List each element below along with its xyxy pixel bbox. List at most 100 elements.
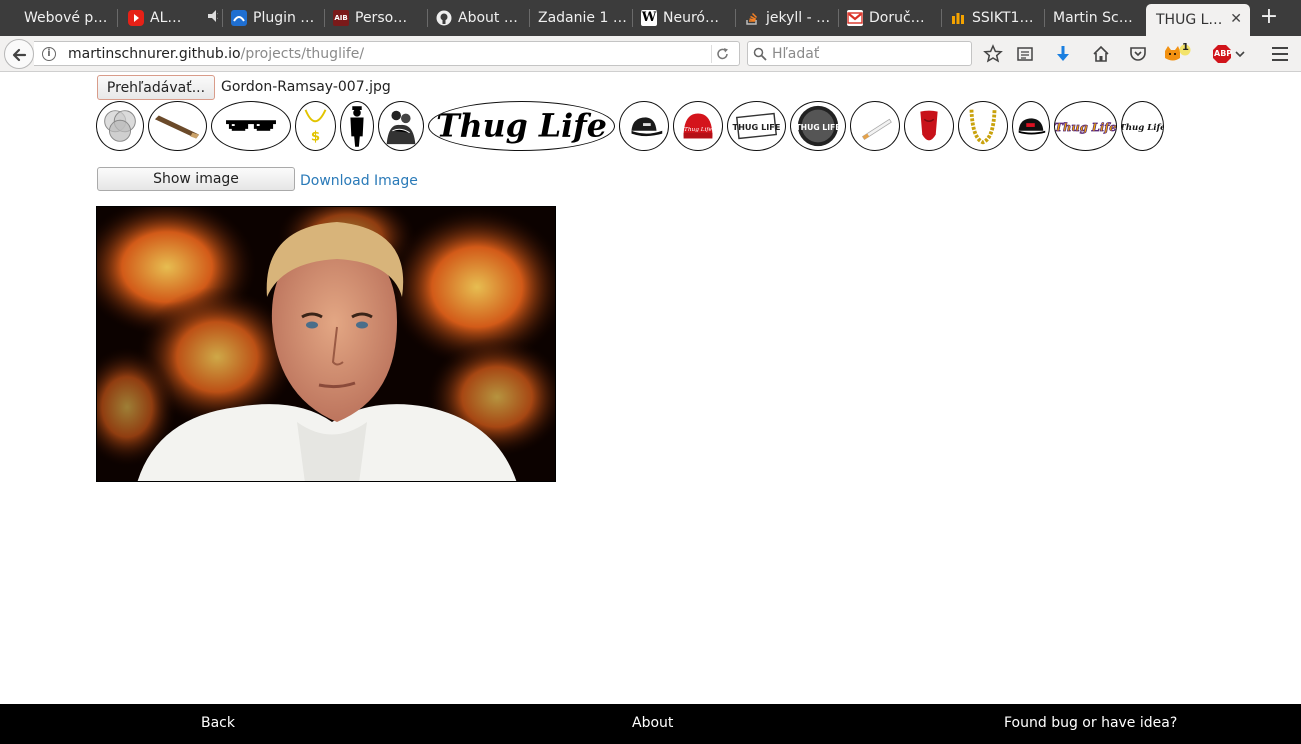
- footer-back-link[interactable]: Back: [201, 715, 235, 731]
- gold-chain-icon: [969, 109, 997, 145]
- pocket-icon[interactable]: [1128, 44, 1148, 64]
- thug-life-logo-icon: THUG LIFE: [733, 112, 781, 140]
- tab-label: AL…: [150, 10, 182, 26]
- tab-youtube[interactable]: AL…: [122, 4, 218, 32]
- new-tab-button[interactable]: +: [1258, 4, 1280, 32]
- search-bar[interactable]: Hľadať: [747, 41, 972, 66]
- tab-label: Perso…: [355, 10, 408, 26]
- cigarette-icon: [861, 118, 892, 140]
- joint-icon: [154, 115, 200, 139]
- tab-label: jekyll - …: [766, 10, 831, 26]
- reading-list-icon[interactable]: [1015, 44, 1035, 64]
- red-beanie-sticker-button[interactable]: Thug Life: [673, 101, 723, 151]
- sticker-label: Thug Life: [1122, 123, 1163, 133]
- download-icon[interactable]: [1053, 44, 1073, 64]
- dollar-chain-icon: $: [304, 109, 327, 144]
- tab-ssikt[interactable]: SSIKT1…: [944, 4, 1040, 32]
- tab-label: Zadanie 1 …: [538, 10, 627, 26]
- tab-label: THUG L…: [1156, 12, 1223, 28]
- url-host: martinschnurer.github.io: [68, 46, 241, 62]
- obey-cap-icon: [1018, 118, 1046, 135]
- sunglasses-sticker-button[interactable]: [211, 101, 291, 151]
- thug-life-gold-icon: Thug Life: [1055, 119, 1116, 134]
- tab-martin[interactable]: Martin Sc…: [1047, 4, 1143, 32]
- info-icon[interactable]: i: [42, 47, 56, 61]
- page-content: Prehľadávať... Gordon-Ramsay-007.jpg $ T…: [0, 72, 1301, 704]
- wikipedia-icon: W: [641, 10, 657, 26]
- footer-bug-link[interactable]: Found bug or have idea?: [1004, 715, 1177, 731]
- selected-file-name: Gordon-Ramsay-007.jpg: [221, 79, 391, 95]
- tab-jekyll[interactable]: jekyll - …: [738, 4, 834, 32]
- browse-file-button[interactable]: Prehľadávať...: [97, 75, 215, 100]
- thug-life-gold-sticker-button[interactable]: Thug Life: [1054, 101, 1117, 151]
- sunglasses-icon: [226, 120, 276, 131]
- thug-life-text-icon: Thug Life: [436, 108, 607, 145]
- cigarette-sticker-button[interactable]: [850, 101, 900, 151]
- gangster-figure-icon: [350, 106, 364, 147]
- close-tab-icon[interactable]: ✕: [1230, 11, 1242, 27]
- sticker-label: THUG LIFE: [733, 122, 781, 132]
- tab-zadanie[interactable]: Zadanie 1 …: [532, 4, 628, 32]
- tab-wikipedia[interactable]: W Neuró…: [635, 4, 731, 32]
- tab-label: Neuró…: [663, 10, 719, 26]
- adblock-label: ABP: [1214, 49, 1233, 58]
- back-button[interactable]: [4, 39, 34, 69]
- plugin-icon: [231, 10, 247, 26]
- sticker-label: Thug Life: [1055, 120, 1116, 134]
- circles-icon: [104, 110, 136, 142]
- sticker-label: Thug Life: [436, 108, 607, 145]
- thug-life-script-sticker-button[interactable]: Thug Life: [1121, 101, 1164, 151]
- gangster-figure-sticker-button[interactable]: [340, 101, 374, 151]
- home-icon[interactable]: [1091, 44, 1111, 64]
- gangster-group-sticker-button[interactable]: [378, 101, 424, 151]
- red-bandana-sticker-button[interactable]: [904, 101, 954, 151]
- url-path: /projects/thuglife/: [240, 46, 365, 62]
- tab-plugin[interactable]: Plugin …: [225, 4, 321, 32]
- chevron-down-icon: [1235, 51, 1245, 58]
- obey-cap-sticker-button[interactable]: [1012, 101, 1050, 151]
- show-image-button[interactable]: Show image: [97, 167, 295, 191]
- tab-gmail[interactable]: Doruč…: [841, 4, 937, 32]
- extension-cat-icon[interactable]: 1: [1163, 42, 1193, 64]
- tab-label: Plugin …: [253, 10, 315, 26]
- url-text: martinschnurer.github.io/projects/thugli…: [68, 46, 364, 62]
- youtube-icon: [128, 10, 144, 26]
- hamburger-menu-icon[interactable]: [1270, 44, 1290, 64]
- github-icon: [436, 10, 452, 26]
- joint-sticker-button[interactable]: [148, 101, 207, 151]
- gold-chain-sticker-button[interactable]: [958, 101, 1008, 151]
- thug-life-dark-logo-sticker-button[interactable]: THUG LIFE: [790, 101, 846, 151]
- thug-life-text-sticker-button[interactable]: Thug Life: [428, 101, 615, 151]
- search-icon: [753, 47, 767, 61]
- black-cap-sticker-button[interactable]: [619, 101, 669, 151]
- bookmark-star-icon[interactable]: [983, 44, 1003, 64]
- tab-about-github[interactable]: About …: [430, 4, 526, 32]
- footer-bar: Back About Found bug or have idea?: [0, 704, 1301, 744]
- tab-thuglife-active[interactable]: THUG L… ✕: [1146, 4, 1250, 36]
- reload-icon[interactable]: [711, 45, 733, 63]
- none-sticker-button[interactable]: [96, 101, 144, 151]
- tab-label: Webové p…: [24, 10, 108, 26]
- red-beanie-icon: Thug Life: [683, 113, 713, 139]
- svg-text:$: $: [311, 129, 320, 144]
- url-bar[interactable]: i martinschnurer.github.io/projects/thug…: [34, 41, 740, 66]
- tab-label: SSIKT1…: [972, 10, 1034, 26]
- bars-icon: [950, 10, 966, 26]
- thug-life-logo-sticker-button[interactable]: THUG LIFE: [727, 101, 786, 151]
- tab-perso[interactable]: AIB Perso…: [327, 4, 423, 32]
- tab-label: Martin Sc…: [1053, 10, 1133, 26]
- dollar-chain-sticker-button[interactable]: $: [295, 101, 336, 151]
- red-bandana-icon: [920, 110, 938, 141]
- adblock-icon[interactable]: ABP: [1212, 44, 1246, 64]
- aib-icon: AIB: [333, 10, 349, 26]
- extension-badge-count: 1: [1182, 42, 1189, 53]
- black-cap-icon: [631, 117, 663, 137]
- tab-webove[interactable]: Webové p…: [18, 4, 110, 32]
- footer-about-link[interactable]: About: [632, 715, 673, 731]
- tab-label: Doruč…: [869, 10, 925, 26]
- portrait-image: [96, 206, 556, 482]
- sticker-label: Thug Life: [684, 127, 713, 133]
- search-input[interactable]: Hľadať: [772, 46, 819, 62]
- download-image-link[interactable]: Download Image: [300, 173, 418, 189]
- speaker-icon[interactable]: [207, 9, 218, 27]
